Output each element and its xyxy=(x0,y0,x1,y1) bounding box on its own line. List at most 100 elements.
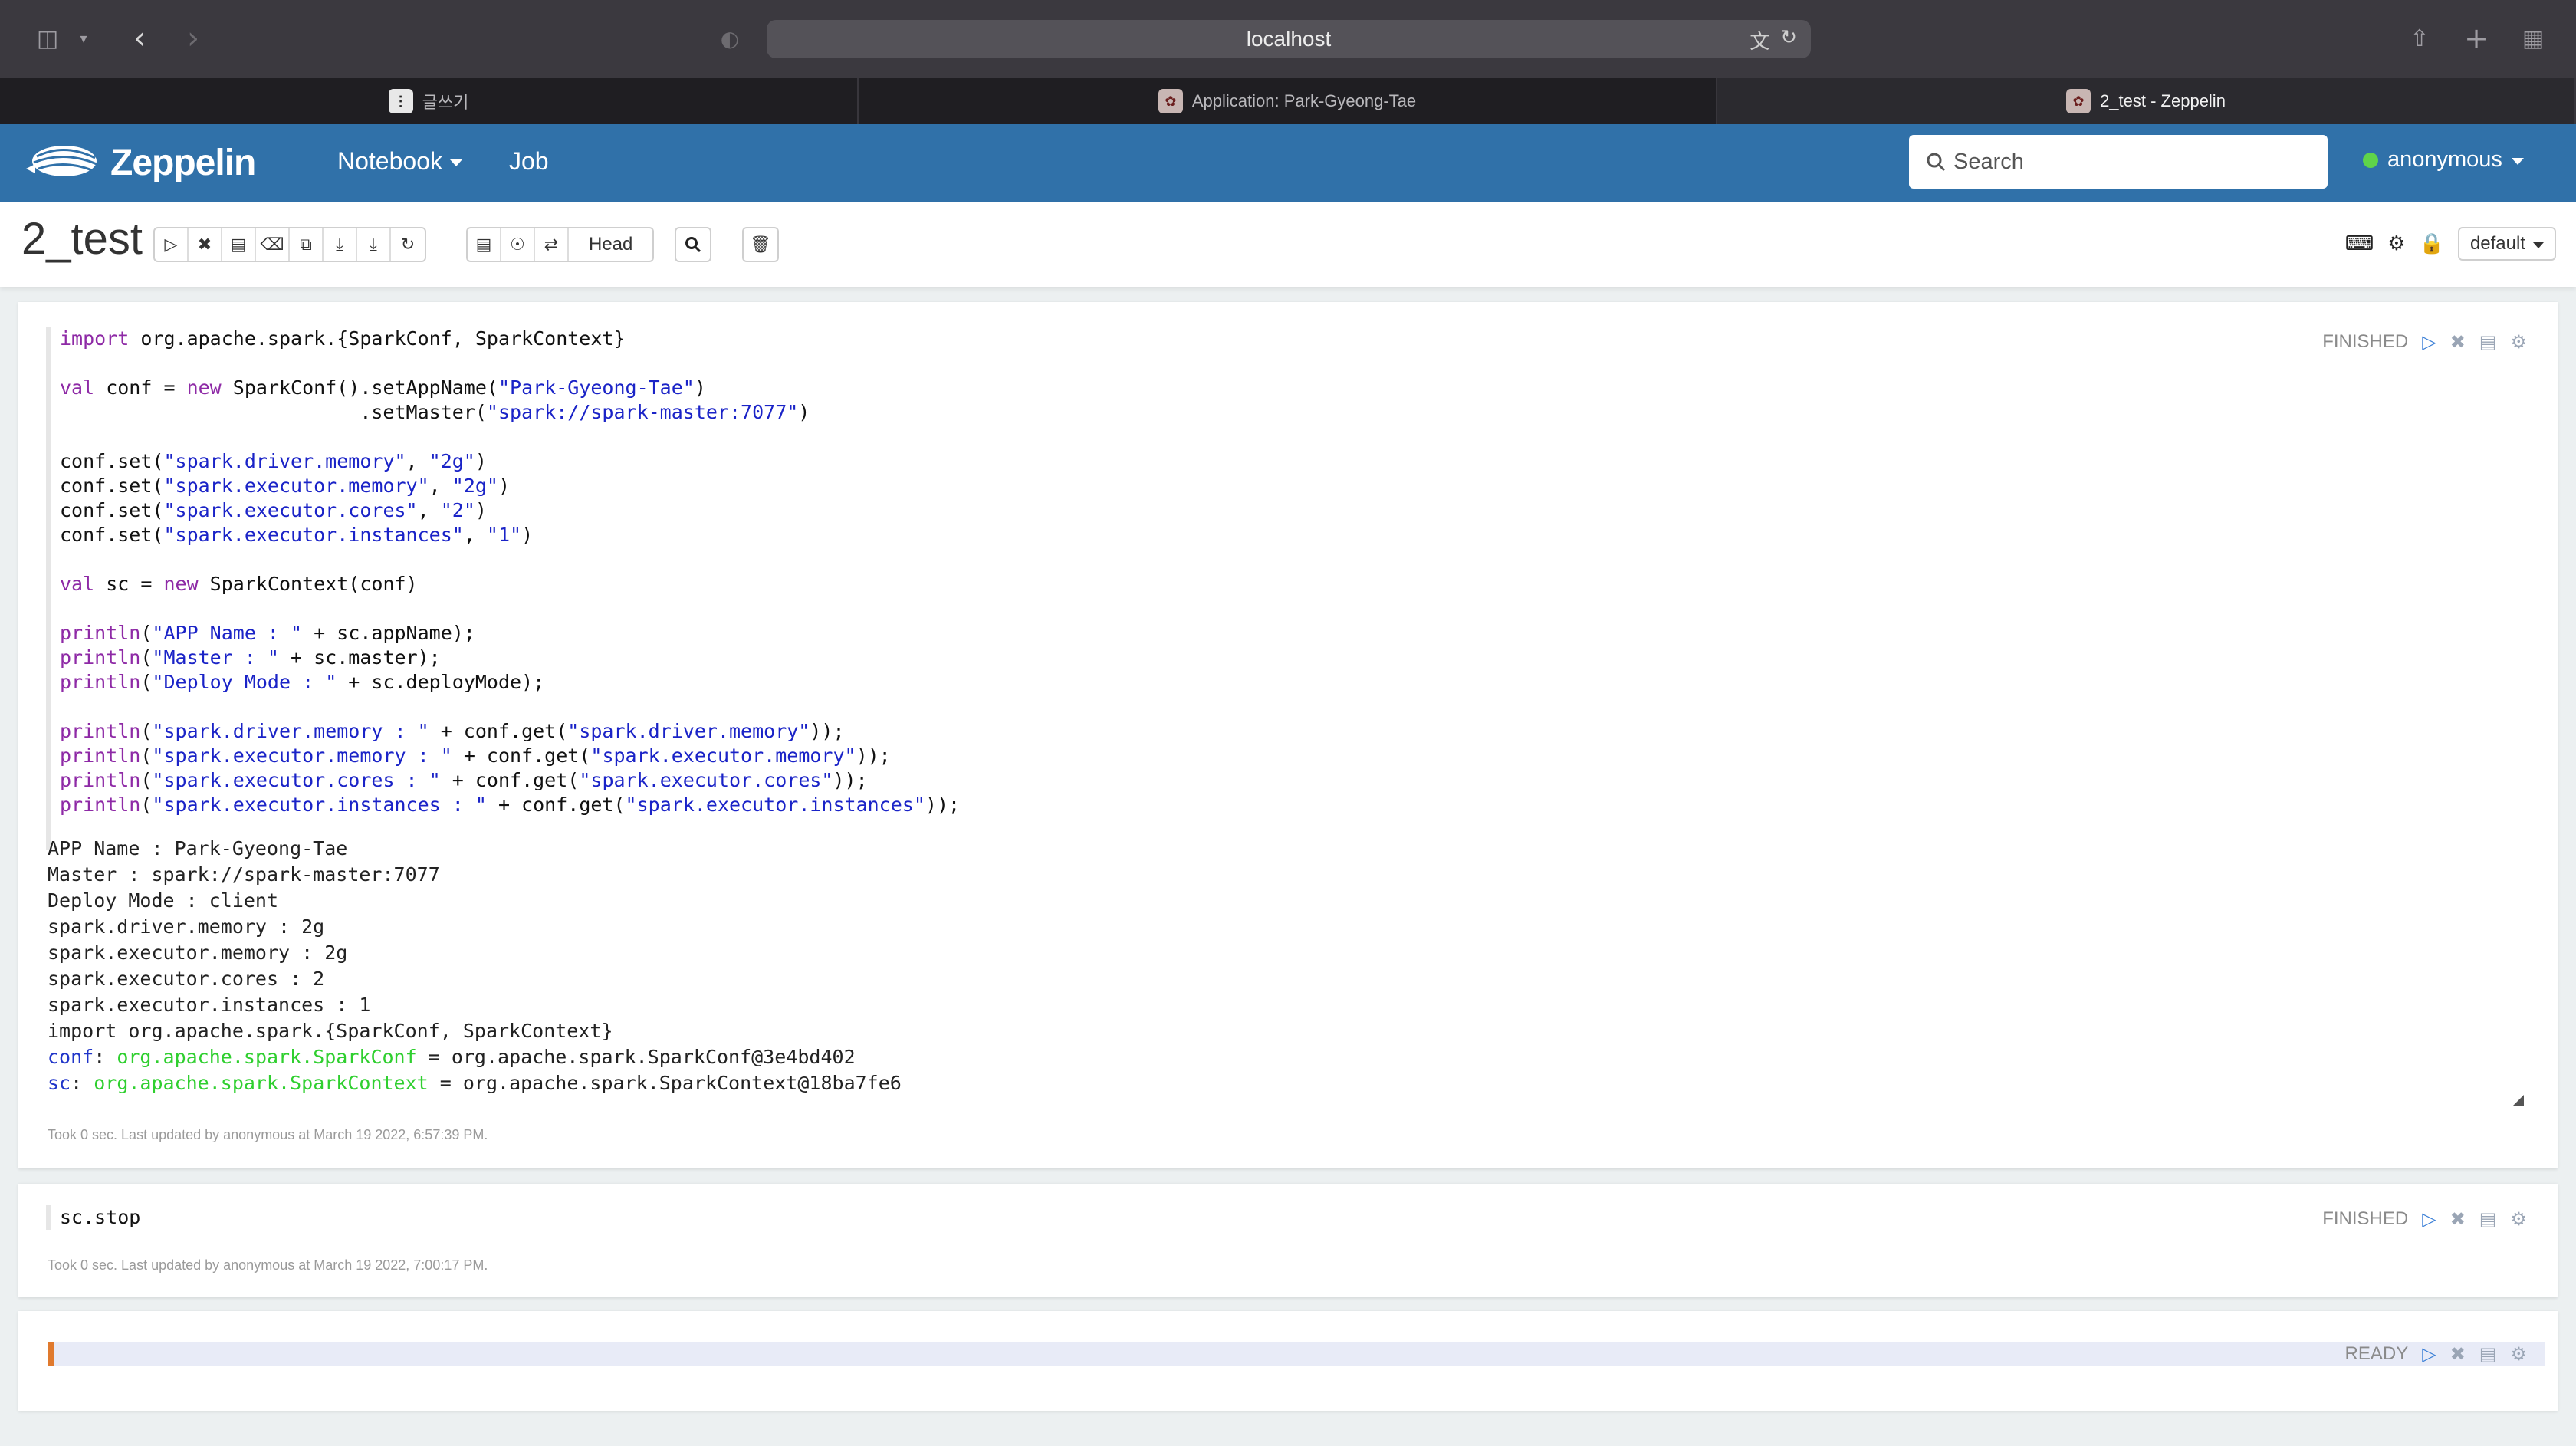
user-menu[interactable]: anonymous xyxy=(2363,147,2524,173)
connection-status-icon xyxy=(2363,152,2378,168)
paragraph-settings-icon[interactable]: ⚙ xyxy=(2510,1208,2527,1230)
lock-icon[interactable]: 🔒 xyxy=(2420,232,2444,255)
commit-icon[interactable]: ▤ xyxy=(468,228,501,261)
interpreter-binding-label: default xyxy=(2469,233,2525,254)
share-icon[interactable]: ⇧ xyxy=(2404,21,2435,55)
code-line: conf.set("spark.driver.memory", "2g") xyxy=(60,450,487,472)
address-bar[interactable]: localhost 文 ↻ xyxy=(767,20,1811,58)
zeppelin-logo[interactable]: Zeppelin xyxy=(23,138,256,187)
status-label: READY xyxy=(2344,1343,2409,1364)
hide-editor-icon[interactable]: ✖ xyxy=(2450,331,2466,353)
output-line: spark.executor.instances : 1 xyxy=(48,994,371,1016)
code-editor[interactable] xyxy=(48,1342,2545,1366)
code-line: println("APP Name : " + sc.appName); xyxy=(60,622,475,644)
paragraph[interactable]: READY ▷ ✖ ▤ ⚙ xyxy=(18,1311,2558,1411)
hide-output-icon[interactable]: ▤ xyxy=(2479,1208,2497,1230)
zeppelin-navbar: Zeppelin Notebook Job Search anonymous xyxy=(0,124,2576,202)
chevron-down-icon[interactable]: ▾ xyxy=(74,21,94,55)
code-line: println("spark.executor.memory : " + con… xyxy=(60,744,891,767)
translate-icon[interactable]: 文 xyxy=(1750,26,1769,54)
run-paragraph-icon[interactable]: ▷ xyxy=(2422,1343,2436,1365)
url-text: localhost xyxy=(1246,27,1332,51)
paragraph-output: APP Name : Park-Gyeong-Tae Master : spar… xyxy=(48,836,902,1096)
back-icon[interactable]: ‹ xyxy=(124,21,155,56)
clone-icon[interactable]: ⧉ xyxy=(290,228,324,261)
shield-icon[interactable]: ◐ xyxy=(715,21,745,55)
paragraph-settings-icon[interactable]: ⚙ xyxy=(2510,1343,2527,1365)
paragraph-settings-icon[interactable]: ⚙ xyxy=(2510,331,2527,353)
interpreter-binding-dropdown[interactable]: default xyxy=(2457,227,2556,261)
compare-icon[interactable]: ⇄ xyxy=(535,228,569,261)
job-menu[interactable]: Job xyxy=(509,147,549,176)
new-tab-icon[interactable]: + xyxy=(2461,21,2492,55)
paragraph-footer: Took 0 sec. Last updated by anonymous at… xyxy=(48,1127,488,1142)
sidebar-toggle-icon[interactable]: ◫ xyxy=(29,21,66,55)
tab-notes[interactable]: ⋮ 글쓰기 xyxy=(0,78,859,124)
code-editor[interactable]: import org.apache.spark.{SparkConf, Spar… xyxy=(46,327,960,850)
hide-output-icon[interactable]: ▤ xyxy=(222,228,256,261)
code-line: println("spark.driver.memory : " + conf.… xyxy=(60,720,845,742)
keyboard-shortcut-icon[interactable]: ⌨ xyxy=(2345,232,2374,255)
hide-output-icon[interactable]: ▤ xyxy=(2479,331,2497,353)
code-line: import org.apache.spark.{SparkConf, Spar… xyxy=(60,327,626,350)
search-code-icon[interactable] xyxy=(676,228,710,261)
hide-editor-icon[interactable]: ✖ xyxy=(2450,1343,2466,1365)
notebook-menu-label: Notebook xyxy=(337,147,442,175)
run-all-icon[interactable]: ▷ xyxy=(155,228,189,261)
snapshot-icon[interactable]: ☉ xyxy=(501,228,535,261)
clear-output-icon[interactable]: ⌫ xyxy=(256,228,290,261)
spark-app-icon: ✿ xyxy=(1158,89,1183,113)
code-line: val sc = new SparkContext(conf) xyxy=(60,573,418,595)
output-line: import org.apache.spark.{SparkConf, Spar… xyxy=(48,1020,613,1042)
paragraph-status-bar: FINISHED ▷ ✖ ▤ ⚙ xyxy=(2322,331,2527,353)
search-input[interactable]: Search xyxy=(1909,135,2328,189)
zeppelin-tab-icon: ✿ xyxy=(2066,89,2091,113)
tab-title: 글쓰기 xyxy=(422,93,469,112)
notebook-menu[interactable]: Notebook xyxy=(337,147,462,176)
output-line: conf: org.apache.spark.SparkConf = org.a… xyxy=(48,1046,856,1068)
notebook-title[interactable]: 2_test xyxy=(21,213,143,265)
status-label: FINISHED xyxy=(2322,331,2409,352)
tab-spark-application[interactable]: ✿ Application: Park-Gyeong-Tae xyxy=(859,78,1717,124)
notebook-actions: ▷ ✖ ▤ ⌫ ⧉ ⤓ ⤓ ↻ xyxy=(153,227,426,262)
tab-overview-icon[interactable]: ▦ xyxy=(2518,21,2548,55)
head-button[interactable]: Head xyxy=(569,228,652,261)
gear-icon[interactable]: ⚙ xyxy=(2387,232,2405,255)
forward-icon[interactable]: › xyxy=(178,21,209,56)
paragraph[interactable]: sc.stop FINISHED ▷ ✖ ▤ ⚙ Took 0 sec. Las… xyxy=(18,1184,2558,1297)
zeppelin-logo-icon xyxy=(26,146,97,176)
run-paragraph-icon[interactable]: ▷ xyxy=(2422,1208,2436,1230)
caret-down-icon xyxy=(2533,242,2544,248)
paragraph-status-bar: FINISHED ▷ ✖ ▤ ⚙ xyxy=(2322,1208,2527,1230)
search-placeholder: Search xyxy=(1953,149,2024,174)
export-ipynb-icon[interactable]: ⤓ xyxy=(357,228,391,261)
output-line: spark.executor.memory : 2g xyxy=(48,942,348,964)
notebook-settings: ⌨ ⚙ 🔒 default xyxy=(2345,227,2556,261)
status-label: FINISHED xyxy=(2322,1208,2409,1229)
notebook-header: 2_test ▷ ✖ ▤ ⌫ ⧉ ⤓ ⤓ ↻ ▤ ☉ ⇄ Head 🗑 ⌨ ⚙ … xyxy=(0,202,2576,287)
trash-icon[interactable]: 🗑 xyxy=(744,228,777,261)
code-line: conf.set("spark.executor.cores", "2") xyxy=(60,499,487,521)
tab-zeppelin[interactable]: ✿ 2_test - Zeppelin xyxy=(1717,78,2576,124)
caret-down-icon xyxy=(2511,158,2524,165)
reload-icon[interactable]: ↻ xyxy=(391,228,425,261)
tab-title: Application: Park-Gyeong-Tae xyxy=(1191,91,1417,110)
hide-output-icon[interactable]: ▤ xyxy=(2479,1343,2497,1365)
hide-editor-icon[interactable]: ✖ xyxy=(2450,1208,2466,1230)
code-line: conf.set("spark.executor.instances", "1"… xyxy=(60,524,534,546)
run-paragraph-icon[interactable]: ▷ xyxy=(2422,331,2436,353)
output-line: spark.executor.cores : 2 xyxy=(48,968,325,990)
search-code-group xyxy=(675,227,711,262)
tab-title: 2_test - Zeppelin xyxy=(2100,91,2226,110)
code-line: println("spark.executor.instances : " + … xyxy=(60,794,961,816)
export-icon[interactable]: ⤓ xyxy=(324,228,357,261)
paragraph[interactable]: import org.apache.spark.{SparkConf, Spar… xyxy=(18,302,2558,1168)
remove-group: 🗑 xyxy=(742,227,779,262)
code-editor[interactable]: sc.stop xyxy=(46,1205,140,1230)
resize-handle-icon[interactable] xyxy=(2513,1095,2524,1106)
reload-icon[interactable]: ↻ xyxy=(1780,26,1797,54)
caret-down-icon xyxy=(449,159,462,166)
hide-code-icon[interactable]: ✖ xyxy=(189,228,222,261)
